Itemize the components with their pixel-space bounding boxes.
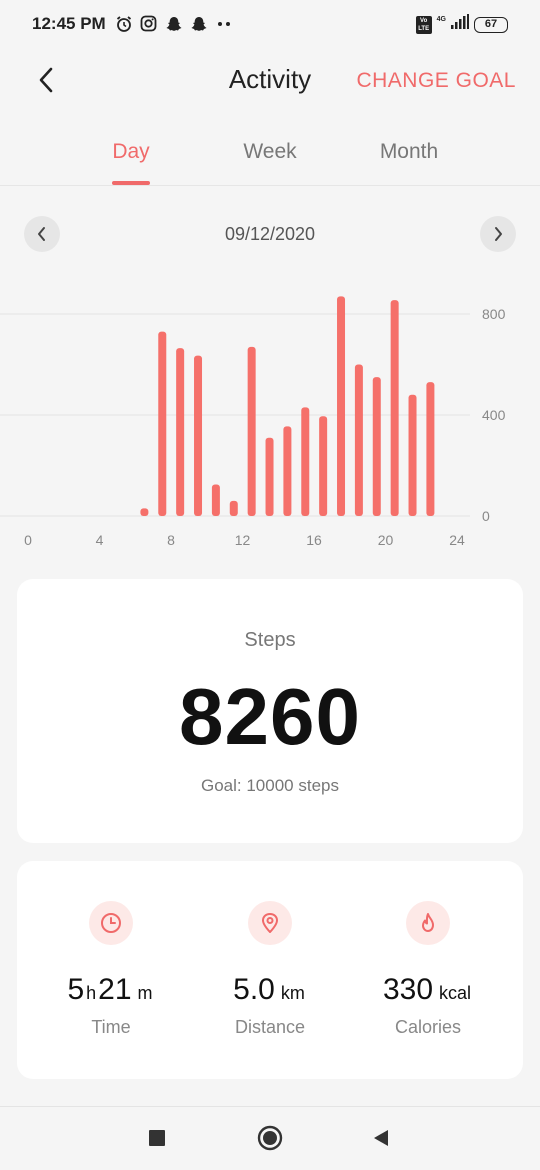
status-system-icons: Vo LTE 4G 67 [415,14,508,35]
stat-calories: 330 kcal Calories [344,861,512,1079]
stat-distance-value: 5.0 km [186,973,354,1007]
calories-number: 330 [382,973,434,1006]
stat-time-label: Time [91,1017,131,1037]
change-goal-button[interactable]: CHANGE GOAL [356,69,516,93]
period-tabs: Day Week Month [0,128,540,186]
x-tick-label: 20 [378,532,394,548]
time-hours: 5 [67,973,85,1006]
chart-bar [390,300,399,516]
alarm-icon [114,14,133,33]
steps-card: Steps 8260 Goal: 10000 steps [17,579,523,843]
status-notification-icons [114,14,233,33]
tab-day[interactable]: Day [71,140,191,164]
steps-count: 8260 [179,672,361,761]
time-hours-unit: h [86,983,97,1003]
chart-bar [283,426,292,516]
chart-bar [211,484,220,516]
steps-goal: Goal: 10000 steps [201,776,339,795]
x-tick-label: 16 [306,532,322,548]
tab-month[interactable]: Month [349,140,469,164]
hourly-steps-chart: 0 400 800 0 4 8 12 16 20 24 [0,270,540,560]
chart-bar [140,508,149,516]
instagram-icon [139,14,158,33]
signal-strength-icon [451,14,469,35]
home-button[interactable] [255,1123,285,1153]
calories-unit: kcal [439,983,472,1003]
x-tick-label: 4 [96,532,104,548]
chart-bar [301,407,310,516]
chart-bar [337,296,346,516]
location-pin-icon [248,901,292,945]
date-navigator: 09/12/2020 [0,214,540,254]
network-type: 4G [436,16,446,23]
chart-bar [354,364,363,516]
chart-bar [247,346,256,516]
stat-time: 5 h21 m Time [27,861,195,1079]
stat-time-value: 5 h21 m [27,973,195,1007]
status-time: 12:45 PM [32,14,106,33]
triangle-back-icon [374,1130,388,1146]
snapchat-icon [189,14,208,33]
x-tick-label: 8 [167,532,175,548]
flame-icon [406,901,450,945]
back-nav-button[interactable] [366,1123,396,1153]
chart-bar [426,382,435,516]
distance-number: 5.0 [233,973,275,1006]
chevron-right-icon [495,227,502,241]
active-tab-indicator [112,181,150,185]
snapchat-icon [164,14,183,33]
square-icon [149,1130,165,1146]
chart-bar [194,355,203,516]
chart-bar [319,416,328,516]
time-minutes: 21 [98,973,132,1006]
stat-calories-value: 330 kcal [344,973,512,1007]
chart-bar [265,437,274,516]
app-header: Activity CHANGE GOAL [0,50,540,112]
chart-svg: 0 400 800 0 4 8 12 16 20 24 [0,296,506,548]
x-tick-label: 12 [235,532,251,548]
stat-distance-label: Distance [234,1017,306,1037]
next-day-button[interactable] [480,216,516,252]
x-tick-label: 0 [24,532,32,548]
volte-badge: Vo LTE [415,15,432,34]
chart-bar [229,500,238,516]
chart-bar [408,394,417,516]
more-dots-icon [214,14,233,33]
stat-distance: 5.0 km Distance [186,861,354,1079]
recents-button[interactable] [142,1123,172,1153]
time-minutes-unit: m [137,983,153,1003]
stat-calories-label: Calories [394,1017,462,1037]
activity-stats-card: 5 h21 m Time 5.0 km Distance 330 kcal Calori… [17,861,523,1079]
y-tick-label: 800 [482,306,506,322]
tab-week[interactable]: Week [210,140,330,164]
clock-icon [89,901,133,945]
status-bar: 12:45 PM Vo LTE 4G 67 [0,0,540,50]
steps-label: Steps [244,629,296,651]
x-tick-label: 24 [449,532,465,548]
chart-bar [176,348,185,516]
chart-bar [372,377,381,516]
y-tick-label: 0 [482,508,490,524]
chart-bar [158,331,167,516]
system-navigation-bar [0,1106,540,1170]
home-circle-icon [257,1125,283,1151]
current-date: 09/12/2020 [224,224,316,244]
battery-indicator: 67 [474,16,508,33]
y-tick-label: 400 [482,407,506,423]
distance-unit: km [280,983,305,1003]
